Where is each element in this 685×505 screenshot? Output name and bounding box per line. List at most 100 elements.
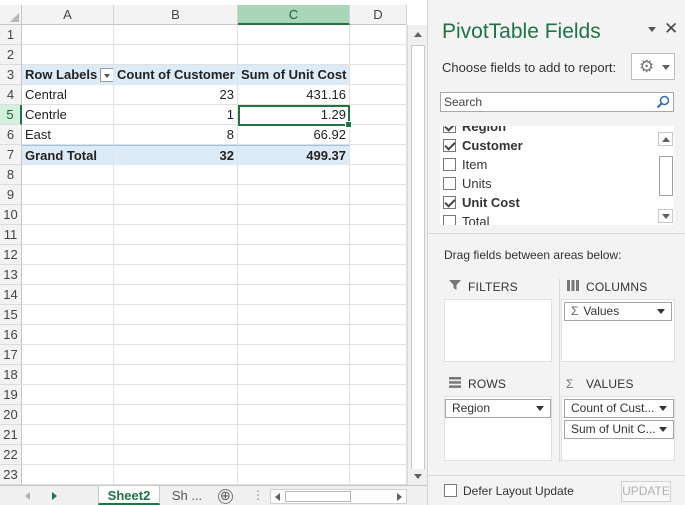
tools-button[interactable]: ⚙ xyxy=(631,53,675,80)
grid-cell[interactable] xyxy=(114,165,238,185)
rows-drop-area[interactable]: Region xyxy=(444,396,552,461)
checkbox[interactable] xyxy=(443,139,456,153)
grid-cell[interactable] xyxy=(350,265,407,285)
grid-cell[interactable] xyxy=(238,225,350,245)
row-header[interactable]: 8 xyxy=(0,165,22,185)
row-header[interactable]: 4 xyxy=(0,85,22,105)
grid-cell[interactable] xyxy=(350,465,407,485)
grid-cell[interactable] xyxy=(22,425,114,445)
columns-field-values[interactable]: Σ Values xyxy=(564,302,672,321)
next-sheet-icon[interactable] xyxy=(52,492,57,500)
horizontal-scroll-thumb[interactable] xyxy=(285,491,351,502)
chevron-down-icon[interactable] xyxy=(659,427,667,432)
field-item-unit-cost[interactable]: Unit Cost xyxy=(443,193,520,212)
row-header[interactable]: 16 xyxy=(0,325,22,345)
row-header[interactable]: 22 xyxy=(0,445,22,465)
row-header[interactable]: 7 xyxy=(0,145,22,165)
grid-cell[interactable] xyxy=(114,445,238,465)
grid-cell[interactable] xyxy=(114,45,238,65)
grid-cell[interactable] xyxy=(238,245,350,265)
checkbox[interactable] xyxy=(443,215,456,225)
grid-cell[interactable] xyxy=(22,285,114,305)
grid-cell[interactable] xyxy=(238,25,350,45)
grid-cell[interactable] xyxy=(350,25,407,45)
row-header[interactable]: 23 xyxy=(0,465,22,485)
grid-cell[interactable] xyxy=(114,325,238,345)
field-scroll-down[interactable] xyxy=(658,209,673,223)
grid-cell[interactable] xyxy=(350,205,407,225)
grid-cell[interactable] xyxy=(22,405,114,425)
grid-cell[interactable] xyxy=(238,445,350,465)
count-cell[interactable]: 23 xyxy=(114,85,238,105)
grid-cell[interactable] xyxy=(22,245,114,265)
field-item-total[interactable]: Total xyxy=(443,212,489,225)
grid-cell[interactable] xyxy=(350,425,407,445)
grid-cell[interactable] xyxy=(350,285,407,305)
sum-cell[interactable]: 431.16 xyxy=(238,85,350,105)
grid-cell[interactable] xyxy=(350,445,407,465)
grid-cell[interactable] xyxy=(22,165,114,185)
row-header[interactable]: 3 xyxy=(0,65,22,85)
grid-cell[interactable] xyxy=(22,45,114,65)
search-input[interactable] xyxy=(441,93,641,111)
grid-cell[interactable] xyxy=(22,365,114,385)
grid-cell[interactable] xyxy=(238,345,350,365)
checkbox[interactable] xyxy=(443,126,456,134)
chevron-down-icon[interactable] xyxy=(657,309,665,314)
sum-of-unit-cost-header[interactable]: Sum of Unit Cost xyxy=(238,65,350,85)
grid-cell[interactable] xyxy=(22,445,114,465)
column-header-b[interactable]: B xyxy=(114,5,238,25)
field-item-customer[interactable]: Customer xyxy=(443,136,523,155)
grid-cell[interactable] xyxy=(238,205,350,225)
grid-cell[interactable] xyxy=(350,165,407,185)
row-header[interactable]: 20 xyxy=(0,405,22,425)
horizontal-scrollbar[interactable] xyxy=(270,489,407,504)
values-drop-area[interactable]: Count of Cust... Sum of Unit C... xyxy=(561,396,675,461)
sheet-tab-other[interactable]: Sh ... xyxy=(163,486,211,505)
grid-cell[interactable] xyxy=(22,345,114,365)
grid-cell[interactable] xyxy=(238,465,350,485)
chevron-down-icon[interactable] xyxy=(659,406,667,411)
grid-cell[interactable] xyxy=(238,285,350,305)
scroll-left-icon[interactable] xyxy=(275,493,280,501)
checkbox[interactable] xyxy=(443,158,456,172)
grid-cell[interactable] xyxy=(114,465,238,485)
panel-options-dropdown-icon[interactable] xyxy=(648,27,656,32)
row-header[interactable]: 2 xyxy=(0,45,22,65)
checkbox[interactable] xyxy=(443,177,456,191)
defer-checkbox[interactable] xyxy=(444,484,457,498)
row-header[interactable]: 17 xyxy=(0,345,22,365)
field-item-units[interactable]: Units xyxy=(443,174,492,193)
row-header[interactable]: 18 xyxy=(0,365,22,385)
add-sheet-icon[interactable]: ⊕ xyxy=(218,489,233,504)
sum-cell[interactable]: 66.92 xyxy=(238,125,350,145)
grid-cell[interactable] xyxy=(114,345,238,365)
grid-cell[interactable] xyxy=(114,405,238,425)
row-label-cell[interactable]: East xyxy=(22,125,114,145)
row-header[interactable]: 15 xyxy=(0,305,22,325)
grid-cell[interactable] xyxy=(350,345,407,365)
select-all-corner[interactable] xyxy=(0,5,22,25)
grid-cell[interactable] xyxy=(350,365,407,385)
grid-cell[interactable] xyxy=(350,305,407,325)
row-label-cell[interactable]: Central xyxy=(22,85,114,105)
values-field-sum-of-unit-cost[interactable]: Sum of Unit C... xyxy=(564,420,674,439)
tab-splitter-icon[interactable]: ⋮ xyxy=(252,488,264,502)
row-header[interactable]: 6 xyxy=(0,125,22,145)
row-header[interactable]: 9 xyxy=(0,185,22,205)
row-header[interactable]: 10 xyxy=(0,205,22,225)
grid-cell[interactable] xyxy=(114,365,238,385)
grid-cell[interactable] xyxy=(350,245,407,265)
sheet-tab-sheet2[interactable]: Sheet2 xyxy=(98,486,160,505)
column-header-a[interactable]: A xyxy=(22,5,114,25)
grid-cell[interactable] xyxy=(238,265,350,285)
column-header-c[interactable]: C xyxy=(238,5,350,25)
row-label-cell[interactable]: Centrle xyxy=(22,105,114,125)
grid-cell[interactable] xyxy=(114,25,238,45)
field-scroll-up[interactable] xyxy=(658,132,673,146)
grid-cell[interactable] xyxy=(114,425,238,445)
grid-cell[interactable] xyxy=(238,325,350,345)
row-header[interactable]: 5 xyxy=(0,105,22,125)
grid-cell[interactable] xyxy=(350,385,407,405)
grid-cell[interactable] xyxy=(238,365,350,385)
